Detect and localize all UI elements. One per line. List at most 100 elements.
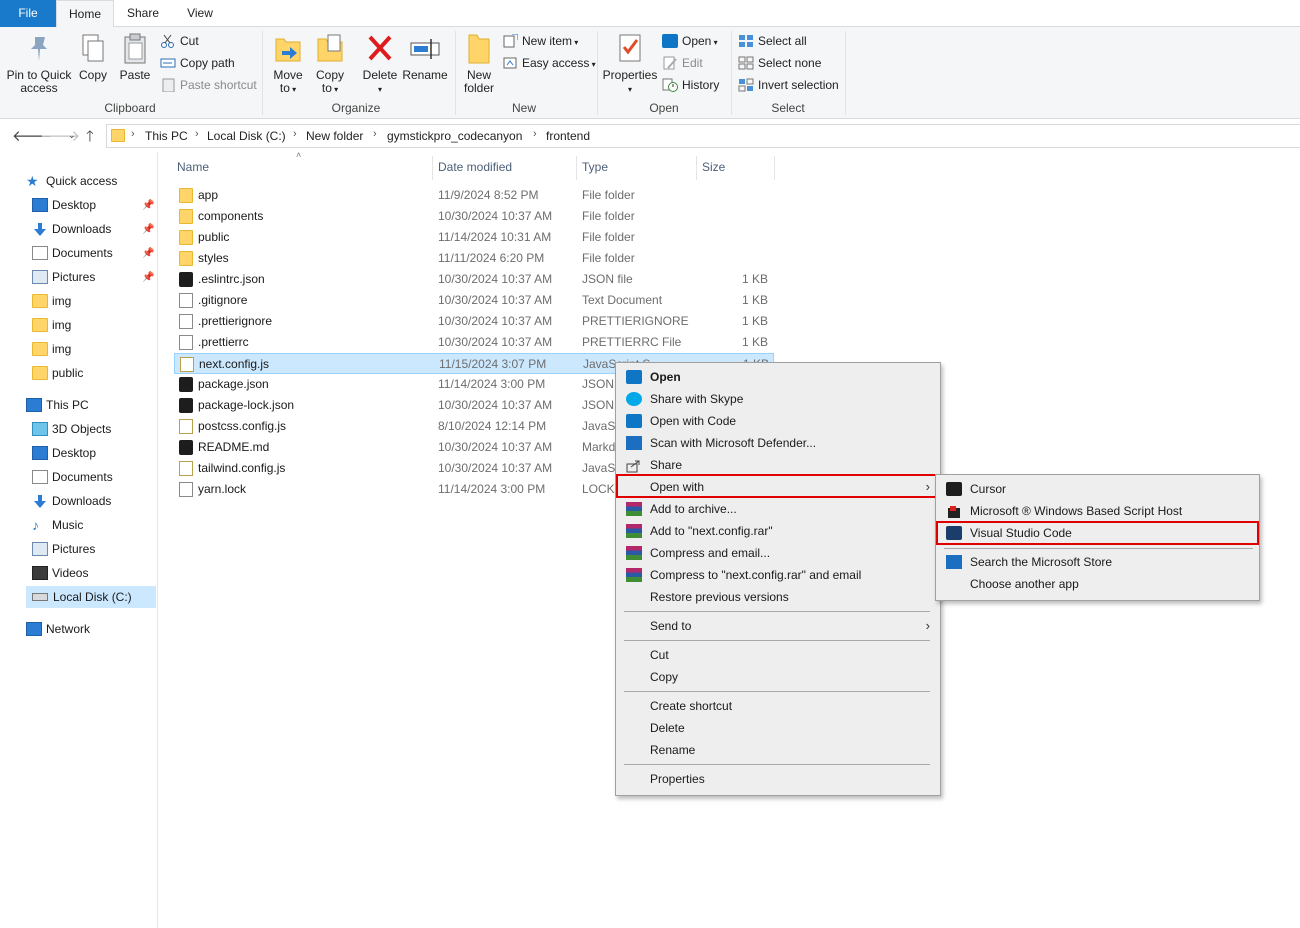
tab-file[interactable]: File — [0, 0, 56, 27]
rename-button[interactable]: Rename — [402, 31, 448, 82]
select-all-button[interactable]: Select all — [738, 31, 807, 51]
menu-properties[interactable]: Properties — [618, 768, 938, 790]
breadcrumb-this-pc[interactable]: This PC — [145, 129, 188, 143]
submenu-search-store[interactable]: Search the Microsoft Store — [938, 551, 1257, 573]
menu-compress-rar-email[interactable]: Compress to "next.config.rar" and email — [618, 564, 938, 586]
column-separator[interactable] — [432, 156, 433, 180]
select-none-button[interactable]: Select none — [738, 53, 821, 73]
column-separator[interactable] — [576, 156, 577, 180]
column-header-date[interactable]: Date modified — [438, 160, 512, 174]
nav-pc-3d-objects[interactable]: 3D Objects — [32, 418, 156, 440]
nav-pc-desktop[interactable]: Desktop — [32, 442, 156, 464]
menu-delete[interactable]: Delete — [618, 717, 938, 739]
pin-icon[interactable]: 📌 — [142, 272, 154, 283]
properties-button[interactable]: Properties ▾ — [602, 31, 658, 96]
menu-rename[interactable]: Rename — [618, 739, 938, 761]
menu-open-with-code[interactable]: Open with Code — [618, 410, 938, 432]
breadcrumb-chevron-icon[interactable]: › — [373, 128, 377, 140]
new-folder-button[interactable]: New folder — [460, 31, 498, 95]
delete-button[interactable]: Delete ▾ — [360, 31, 400, 96]
invert-selection-button[interactable]: Invert selection — [738, 75, 839, 95]
history-button[interactable]: History — [662, 75, 719, 95]
tab-share[interactable]: Share — [114, 0, 172, 27]
pin-icon[interactable]: 📌 — [142, 248, 154, 259]
table-row[interactable]: .prettierrc 10/30/2024 10:37 AM PRETTIERRC… — [174, 332, 774, 353]
paste-shortcut-button[interactable]: Paste shortcut — [160, 75, 257, 95]
nav-pc-downloads[interactable]: Downloads — [32, 490, 156, 512]
menu-open-with[interactable]: Open with › — [618, 476, 938, 498]
edit-button[interactable]: Edit — [662, 53, 703, 73]
column-header-size[interactable]: Size — [702, 160, 725, 174]
submenu-script-host[interactable]: Microsoft ® Windows Based Script Host — [938, 500, 1257, 522]
copy-to-button[interactable]: Copy to ▾ — [312, 31, 348, 96]
breadcrumb-chevron-icon[interactable]: › — [131, 128, 135, 140]
column-separator[interactable] — [696, 156, 697, 180]
submenu-choose-another-app[interactable]: Choose another app — [938, 573, 1257, 595]
breadcrumb-chevron-icon[interactable]: › — [293, 128, 297, 140]
table-row[interactable]: styles 11/11/2024 6:20 PM File folder — [174, 248, 774, 269]
column-separator[interactable] — [774, 156, 775, 180]
nav-quick-img[interactable]: img — [32, 314, 156, 336]
copy-path-button[interactable]: Copy path — [160, 53, 235, 73]
pin-icon[interactable]: 📌 — [142, 200, 154, 211]
nav-quick-documents[interactable]: Documents — [32, 242, 156, 264]
nav-quick-downloads[interactable]: Downloads — [32, 218, 156, 240]
column-header-type[interactable]: Type — [582, 160, 608, 174]
column-header-name[interactable]: Name — [177, 160, 209, 174]
pin-to-quick-access-button[interactable]: Pin to Quick access — [4, 31, 74, 95]
nav-quick-img[interactable]: img — [32, 338, 156, 360]
copy-button[interactable]: Copy — [76, 31, 110, 82]
menu-restore-versions[interactable]: Restore previous versions — [618, 586, 938, 608]
table-row[interactable]: public 11/14/2024 10:31 AM File folder — [174, 227, 774, 248]
nav-pc-music[interactable]: ♪ Music — [32, 514, 156, 536]
new-item-button[interactable]: New item ▾ — [502, 31, 578, 51]
nav-item-label: Desktop — [52, 198, 97, 212]
nav-pc-videos[interactable]: Videos — [32, 562, 156, 584]
paste-button[interactable]: Paste — [118, 31, 152, 82]
menu-open[interactable]: Open — [618, 366, 938, 388]
breadcrumb-new-folder[interactable]: New folder — [306, 129, 363, 143]
table-row[interactable]: .eslintrc.json 10/30/2024 10:37 AM JSON fi… — [174, 269, 774, 290]
tab-home[interactable]: Home — [56, 0, 114, 28]
breadcrumb-chevron-icon[interactable]: › — [195, 128, 199, 140]
menu-send-to[interactable]: Send to › — [618, 615, 938, 637]
table-row[interactable]: components 10/30/2024 10:37 AM File folder — [174, 206, 774, 227]
menu-compress-email[interactable]: Compress and email... — [618, 542, 938, 564]
nav-pc-local-disk[interactable]: Local Disk (C:) — [26, 586, 156, 608]
breadcrumb-local-disk[interactable]: Local Disk (C:) — [207, 129, 286, 143]
breadcrumb-chevron-icon[interactable]: › — [533, 128, 537, 140]
nav-pc-pictures[interactable]: Pictures — [32, 538, 156, 560]
nav-this-pc[interactable]: This PC — [26, 394, 156, 416]
submenu-cursor[interactable]: Cursor — [938, 478, 1257, 500]
pin-icon[interactable]: 📌 — [142, 224, 154, 235]
nav-quick-access[interactable]: ★ Quick access — [26, 170, 156, 192]
address-breadcrumb[interactable]: › This PC › Local Disk (C:) › New folder… — [106, 124, 1300, 148]
move-to-button[interactable]: Move to ▾ — [270, 31, 306, 96]
menu-share[interactable]: Share — [618, 454, 938, 476]
nav-network[interactable]: Network — [26, 618, 156, 640]
nav-quick-pictures[interactable]: Pictures — [32, 266, 156, 288]
nav-pc-documents[interactable]: Documents — [32, 466, 156, 488]
breadcrumb-gymstickpro[interactable]: gymstickpro_codecanyon — [387, 129, 522, 143]
menu-create-shortcut[interactable]: Create shortcut — [618, 695, 938, 717]
menu-scan-defender[interactable]: Scan with Microsoft Defender... — [618, 432, 938, 454]
nav-quick-public[interactable]: public — [32, 362, 156, 384]
open-button[interactable]: Open ▾ — [662, 31, 718, 51]
tab-view[interactable]: View — [172, 0, 228, 27]
menu-copy[interactable]: Copy — [618, 666, 938, 688]
submenu-visual-studio-code[interactable]: Visual Studio Code — [938, 522, 1257, 544]
table-row[interactable]: app 11/9/2024 8:52 PM File folder — [174, 185, 774, 206]
easy-access-button[interactable]: Easy access ▾ — [502, 53, 596, 73]
nav-quick-desktop[interactable]: Desktop — [32, 194, 156, 216]
breadcrumb-frontend[interactable]: frontend — [546, 129, 590, 143]
cut-button[interactable]: Cut — [160, 31, 199, 51]
menu-share-with-skype[interactable]: Share with Skype — [618, 388, 938, 410]
nav-quick-img[interactable]: img — [32, 290, 156, 312]
recent-locations-chevron-icon[interactable]: ⌄ — [68, 130, 76, 141]
table-row[interactable]: .gitignore 10/30/2024 10:37 AM Text Docume… — [174, 290, 774, 311]
menu-add-to-archive[interactable]: Add to archive... — [618, 498, 938, 520]
menu-cut[interactable]: Cut — [618, 644, 938, 666]
up-arrow-icon[interactable]: 🡑 — [86, 126, 94, 151]
table-row[interactable]: .prettierignore 10/30/2024 10:37 AM PRETTI… — [174, 311, 774, 332]
menu-add-to-rar[interactable]: Add to "next.config.rar" — [618, 520, 938, 542]
